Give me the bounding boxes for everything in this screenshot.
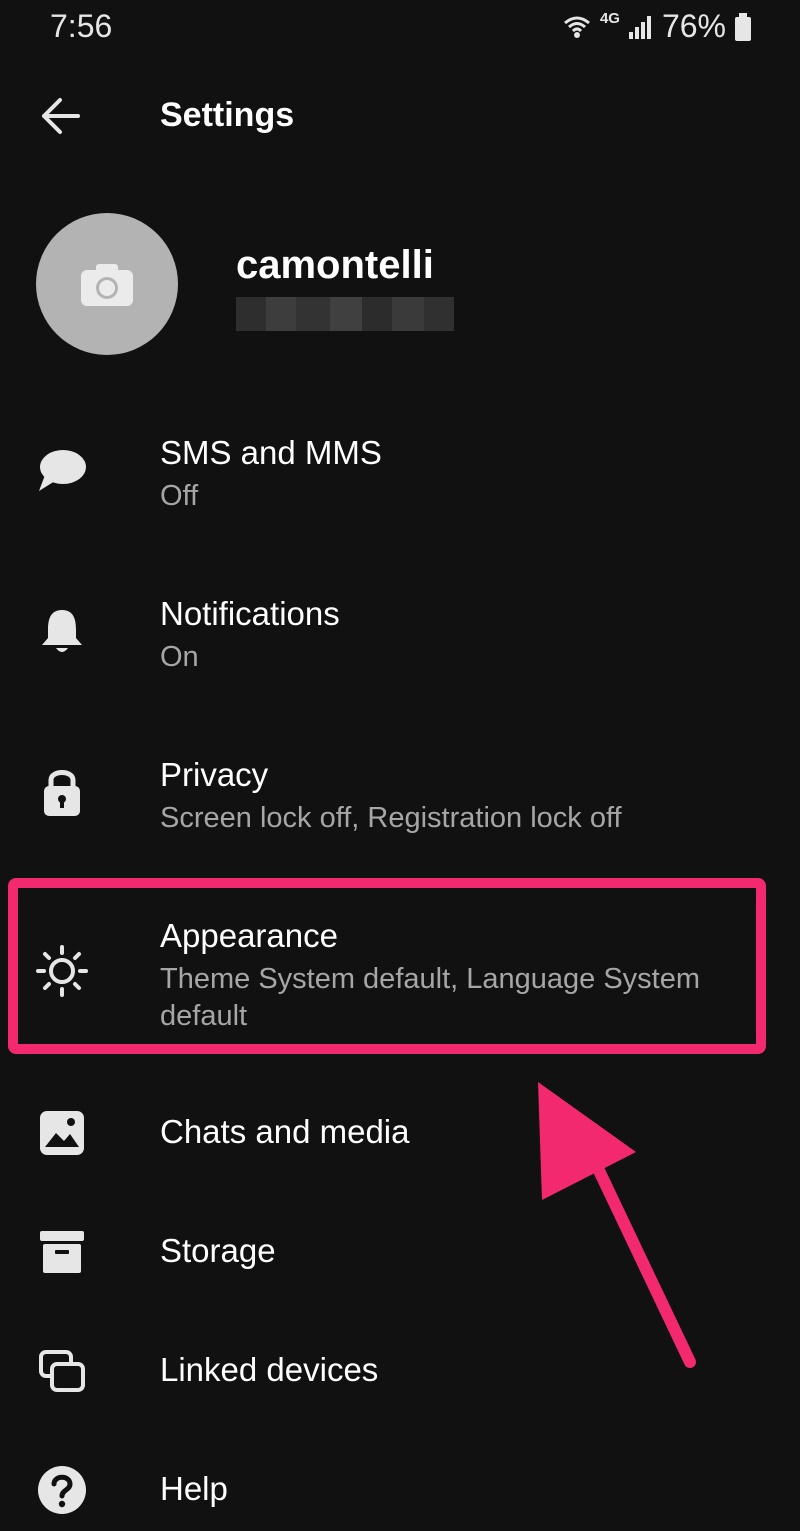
settings-item-title: Linked devices bbox=[160, 1351, 379, 1388]
app-bar: Settings bbox=[0, 70, 800, 162]
bell-icon bbox=[36, 605, 88, 657]
blurred-phone-number bbox=[236, 297, 454, 331]
settings-item-title: SMS and MMS bbox=[160, 434, 382, 471]
settings-item-subtitle: Screen lock off, Registration lock off bbox=[160, 802, 622, 834]
page-title: Settings bbox=[160, 96, 295, 134]
settings-item-subtitle: On bbox=[160, 641, 199, 673]
help-icon bbox=[36, 1464, 88, 1516]
archive-box-icon bbox=[36, 1226, 88, 1278]
annotation-arrow bbox=[538, 1082, 696, 1368]
signal-icon bbox=[628, 15, 651, 39]
settings-item-notifications[interactable]: Notifications On bbox=[0, 581, 800, 701]
profile-header[interactable]: camontelli bbox=[0, 205, 800, 365]
settings-item-title: Appearance bbox=[160, 917, 338, 954]
wifi-icon bbox=[563, 16, 590, 38]
settings-item-subtitle: Theme System default, Language System de… bbox=[160, 963, 701, 1032]
settings-item-help[interactable]: Help bbox=[0, 1450, 800, 1530]
network-label: 4G bbox=[599, 10, 620, 27]
status-icons: 4G 76% bbox=[562, 8, 752, 45]
sun-icon bbox=[36, 945, 88, 997]
camera-icon bbox=[81, 264, 133, 306]
linked-devices-icon bbox=[36, 1345, 88, 1397]
profile-name: camontelli bbox=[236, 243, 434, 287]
settings-item-title: Notifications bbox=[160, 595, 340, 632]
settings-item-subtitle: Off bbox=[160, 480, 199, 512]
settings-item-sms-mms[interactable]: SMS and MMS Off bbox=[0, 420, 800, 540]
lock-icon bbox=[36, 766, 88, 818]
image-icon bbox=[36, 1107, 88, 1159]
settings-item-appearance[interactable]: Appearance Theme System default, Languag… bbox=[0, 903, 800, 1043]
status-time: 7:56 bbox=[50, 8, 113, 44]
settings-item-privacy[interactable]: Privacy Screen lock off, Registration lo… bbox=[0, 742, 800, 862]
settings-item-title: Storage bbox=[160, 1232, 276, 1269]
avatar[interactable] bbox=[36, 213, 178, 355]
back-button[interactable] bbox=[28, 84, 92, 148]
battery-percent: 76% bbox=[661, 8, 726, 44]
status-bar: 7:56 4G 76% bbox=[0, 0, 800, 56]
settings-item-title: Privacy bbox=[160, 756, 269, 793]
settings-item-title: Help bbox=[160, 1470, 228, 1507]
chat-bubble-icon bbox=[36, 444, 88, 496]
settings-item-title: Chats and media bbox=[160, 1113, 410, 1150]
battery-icon bbox=[735, 12, 751, 41]
arrow-back-icon bbox=[42, 98, 80, 134]
